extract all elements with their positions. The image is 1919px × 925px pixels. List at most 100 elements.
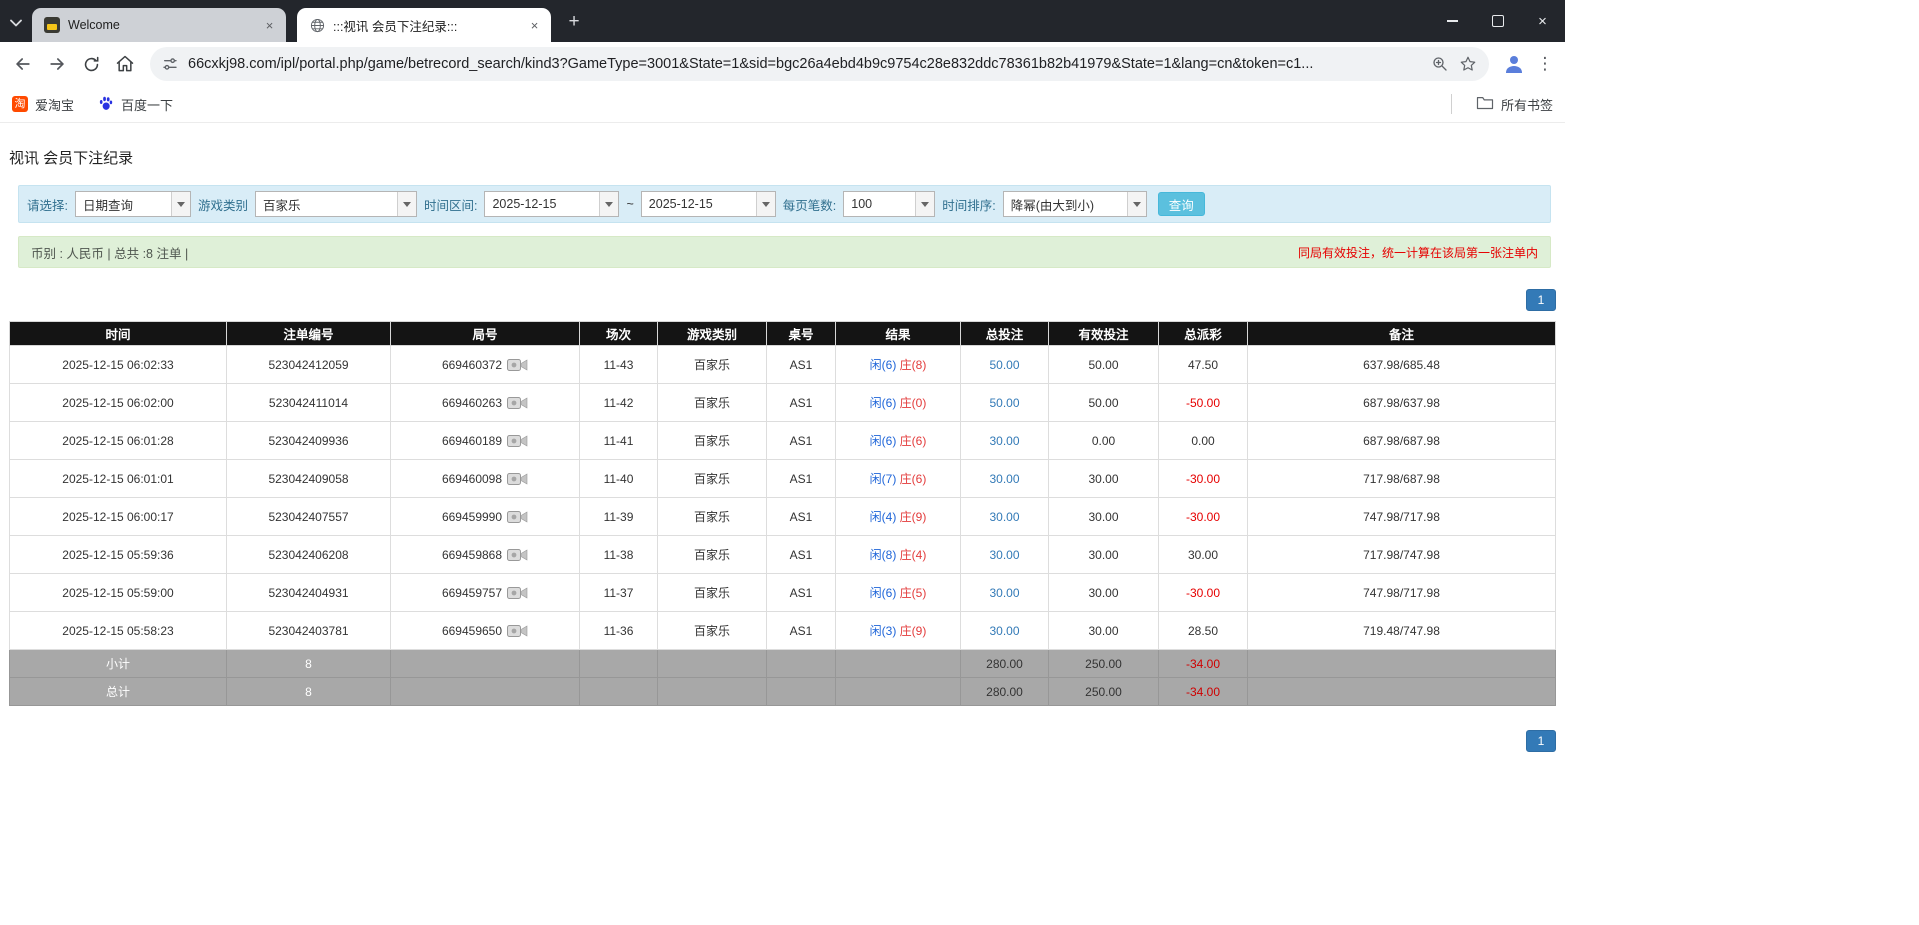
home-button[interactable] <box>108 47 142 81</box>
column-header: 局号 <box>391 322 580 346</box>
round-number: 669459650 <box>442 624 502 638</box>
url-input[interactable]: 66cxkj98.com/ipl/portal.php/game/betreco… <box>188 56 1421 72</box>
total-bet-link[interactable]: 30.00 <box>989 548 1019 562</box>
date-from-select[interactable]: 2025-12-15 <box>484 191 619 217</box>
result-player: 闲(6) <box>870 586 897 600</box>
tab-welcome[interactable]: Welcome × <box>32 8 286 42</box>
reload-button[interactable] <box>74 47 108 81</box>
forward-button[interactable] <box>40 47 74 81</box>
cell-valid-bet: 0.00 <box>1049 422 1159 460</box>
video-replay-icon[interactable] <box>507 624 528 638</box>
cell-note: 637.98/685.48 <box>1248 346 1556 384</box>
bet-record-row: 2025-12-15 05:58:23 523042403781 6694596… <box>10 612 1556 650</box>
round-number: 669459990 <box>442 510 502 524</box>
result-banker: 庄(9) <box>900 624 927 638</box>
cell-payout: -30.00 <box>1159 574 1248 612</box>
cell-time: 2025-12-15 05:58:23 <box>10 612 227 650</box>
cell-total-bet: 30.00 <box>961 498 1049 536</box>
round-number: 669460098 <box>442 472 502 486</box>
bookmark-taobao[interactable]: 淘 爱淘宝 <box>12 95 74 114</box>
video-replay-icon[interactable] <box>507 434 528 448</box>
result-player: 闲(3) <box>870 624 897 638</box>
tab-close-icon[interactable]: × <box>526 17 543 34</box>
total-bet-link[interactable]: 30.00 <box>989 624 1019 638</box>
grand-total-valid-bet: 250.00 <box>1049 678 1159 706</box>
site-info-tune-icon[interactable] <box>162 56 178 72</box>
zoom-icon[interactable] <box>1431 55 1449 73</box>
video-replay-icon[interactable] <box>507 586 528 600</box>
total-bet-link[interactable]: 50.00 <box>989 358 1019 372</box>
cell-game-type: 百家乐 <box>658 498 767 536</box>
cell-note: 719.48/747.98 <box>1248 612 1556 650</box>
page-1-button[interactable]: 1 <box>1526 730 1556 752</box>
query-type-select[interactable]: 日期查询 <box>75 191 191 217</box>
page-1-button[interactable]: 1 <box>1526 289 1556 311</box>
cell-bet-number: 523042403781 <box>227 612 391 650</box>
profile-avatar-icon[interactable] <box>1497 47 1531 81</box>
empty-cell <box>580 678 658 706</box>
address-bar[interactable]: 66cxkj98.com/ipl/portal.php/game/betreco… <box>150 47 1489 81</box>
cell-table-number: AS1 <box>767 498 836 536</box>
total-bet-link[interactable]: 30.00 <box>989 472 1019 486</box>
total-bet-link[interactable]: 50.00 <box>989 396 1019 410</box>
date-to-select[interactable]: 2025-12-15 <box>641 191 776 217</box>
maximize-button[interactable] <box>1475 0 1520 42</box>
chevron-down-icon[interactable] <box>756 192 775 216</box>
empty-cell <box>836 650 961 678</box>
tab-search-chevron-icon[interactable] <box>0 8 32 38</box>
cell-bet-number: 523042412059 <box>227 346 391 384</box>
date-to-value: 2025-12-15 <box>642 192 756 216</box>
tab-close-icon[interactable]: × <box>261 17 278 34</box>
back-button[interactable] <box>6 47 40 81</box>
bookmark-star-icon[interactable] <box>1459 55 1477 73</box>
folder-icon <box>1476 95 1494 113</box>
per-page-select[interactable]: 100 <box>843 191 935 217</box>
summary-info-bar: 币别 : 人民币 | 总共 :8 注单 | 同局有效投注，统一计算在该局第一张注… <box>18 236 1551 268</box>
cell-result: 闲(6) 庄(6) <box>836 422 961 460</box>
chevron-down-icon[interactable] <box>1127 192 1146 216</box>
search-button[interactable]: 查询 <box>1158 192 1205 216</box>
browser-toolbar: 66cxkj98.com/ipl/portal.php/game/betreco… <box>0 42 1565 86</box>
bookmark-baidu[interactable]: 百度一下 <box>98 95 173 114</box>
sort-select[interactable]: 降幂(由大到小) <box>1003 191 1147 217</box>
result-player: 闲(7) <box>870 472 897 486</box>
cell-time: 2025-12-15 05:59:00 <box>10 574 227 612</box>
total-bet-link[interactable]: 30.00 <box>989 434 1019 448</box>
video-replay-icon[interactable] <box>507 548 528 562</box>
total-bet-link[interactable]: 30.00 <box>989 586 1019 600</box>
cell-result: 闲(6) 庄(0) <box>836 384 961 422</box>
subtotal-row: 小计 8 280.00 250.00 -34.00 <box>10 650 1556 678</box>
bet-record-row: 2025-12-15 05:59:36 523042406208 6694598… <box>10 536 1556 574</box>
chevron-down-icon[interactable] <box>397 192 416 216</box>
bookmarks-bar: 淘 爱淘宝 百度一下 所有书签 <box>0 86 1565 123</box>
round-number: 669459868 <box>442 548 502 562</box>
close-window-button[interactable]: × <box>1520 0 1565 42</box>
cell-payout: 30.00 <box>1159 536 1248 574</box>
video-replay-icon[interactable] <box>507 358 528 372</box>
chevron-down-icon[interactable] <box>915 192 934 216</box>
chevron-down-icon[interactable] <box>171 192 190 216</box>
browser-menu-icon[interactable]: ⋮ <box>1531 47 1559 81</box>
game-type-select[interactable]: 百家乐 <box>255 191 417 217</box>
video-replay-icon[interactable] <box>507 472 528 486</box>
column-header: 结果 <box>836 322 961 346</box>
round-number: 669460372 <box>442 358 502 372</box>
chevron-down-icon[interactable] <box>599 192 618 216</box>
cell-payout: -30.00 <box>1159 460 1248 498</box>
cell-total-bet: 30.00 <box>961 422 1049 460</box>
cell-result: 闲(6) 庄(8) <box>836 346 961 384</box>
total-bet-link[interactable]: 30.00 <box>989 510 1019 524</box>
video-replay-icon[interactable] <box>507 396 528 410</box>
all-bookmarks-button[interactable]: 所有书签 <box>1476 95 1553 114</box>
cell-time: 2025-12-15 06:02:00 <box>10 384 227 422</box>
video-replay-icon[interactable] <box>507 510 528 524</box>
cell-note: 717.98/747.98 <box>1248 536 1556 574</box>
cell-result: 闲(7) 庄(6) <box>836 460 961 498</box>
cell-session: 11-36 <box>580 612 658 650</box>
minimize-button[interactable] <box>1430 0 1475 42</box>
cell-valid-bet: 30.00 <box>1049 574 1159 612</box>
new-tab-button[interactable]: + <box>560 8 588 36</box>
baidu-paw-icon <box>98 95 114 114</box>
select-label: 请选择: <box>27 195 68 214</box>
tab-betrecord[interactable]: :::视讯 会员下注纪录::: × <box>297 8 551 42</box>
